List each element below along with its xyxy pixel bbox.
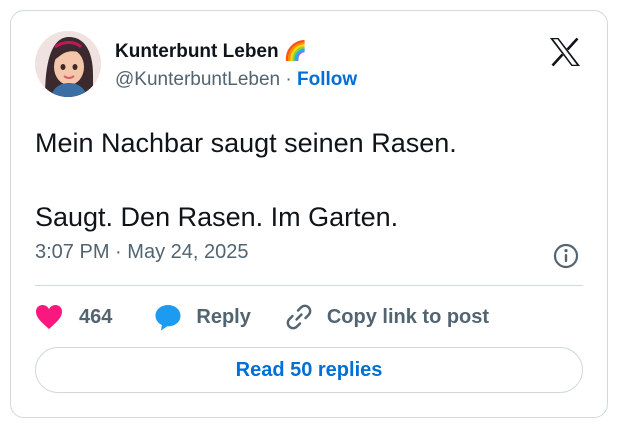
avatar[interactable] (35, 31, 101, 97)
author-handle[interactable]: @KunterbuntLeben (115, 69, 280, 90)
post-text-line: Saugt. Den Rasen. Im Garten. (35, 202, 399, 232)
avatar-illustration (35, 31, 101, 97)
post-date: May 24, 2025 (127, 241, 249, 263)
author-handle-line: @KunterbuntLeben · Follow (115, 69, 357, 91)
author-display-name[interactable]: Kunterbunt Leben 🌈 (115, 39, 308, 63)
meta-separator: · (115, 241, 122, 263)
divider (35, 285, 583, 286)
follow-link[interactable]: Follow (297, 69, 357, 90)
copy-link-label: Copy link to post (326, 305, 490, 328)
heart-icon (36, 305, 62, 329)
speech-bubble-icon (155, 305, 181, 331)
read-replies-button[interactable]: Read 50 replies (35, 347, 583, 393)
post-time: 3:07 PM (35, 241, 110, 263)
post-actions: 464 Reply Copy link to post (35, 299, 489, 335)
info-icon[interactable] (553, 243, 579, 269)
post-text: Mein Nachbar saugt seinen Rasen. Saugt. … (35, 123, 585, 237)
like-button[interactable]: 464 (35, 304, 112, 330)
reply-label: Reply (196, 305, 251, 328)
copy-link-button[interactable]: Copy link to post (285, 303, 489, 331)
post-timestamp[interactable]: 3:07 PM · May 24, 2025 (35, 241, 248, 264)
reply-button[interactable]: Reply (154, 303, 251, 331)
handle-separator: · (285, 69, 292, 90)
post-text-line: Mein Nachbar saugt seinen Rasen. (35, 128, 457, 158)
embedded-post-card: Kunterbunt Leben 🌈 @KunterbuntLeben · Fo… (10, 10, 608, 418)
link-icon (286, 304, 312, 330)
like-count: 464 (79, 305, 113, 328)
x-logo-icon[interactable] (549, 37, 581, 67)
